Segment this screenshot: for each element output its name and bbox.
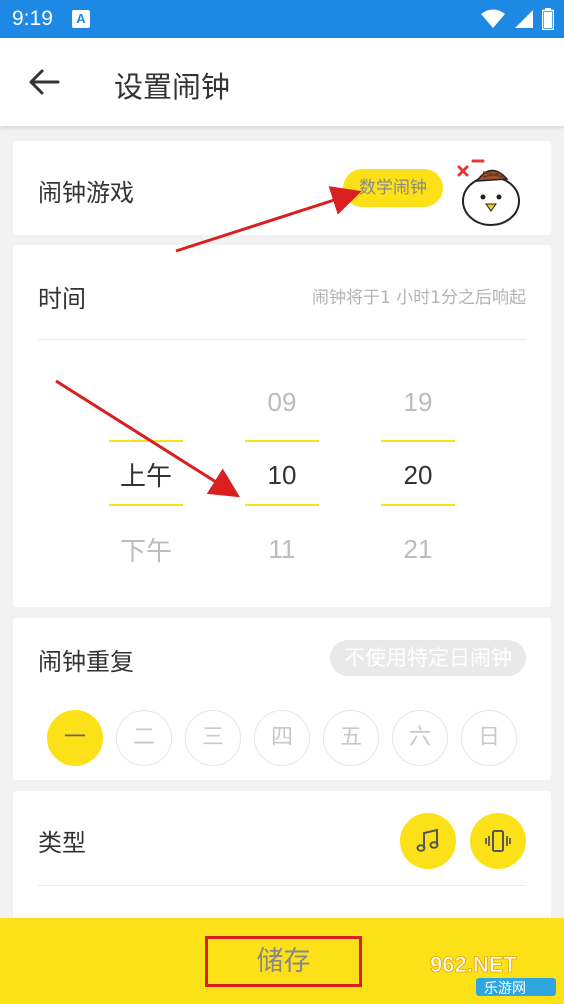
weekday-5-button[interactable]: 五 xyxy=(323,710,379,766)
page-title: 设置闹钟 xyxy=(114,70,231,104)
status-icons xyxy=(480,8,554,30)
repeat-card: 闹钟重复 不使用特定日闹钟 一二三四五六日 xyxy=(13,618,551,780)
time-card: 时间 闹钟将于1 小时1分之后响起 上午 下午 09 10 11 19 20 2… xyxy=(13,245,551,607)
ampm-selection-top-line xyxy=(109,440,183,442)
alarm-game-label: 闹钟游戏 xyxy=(38,179,134,207)
minute-selection-top-line xyxy=(381,440,455,442)
save-bar: 储存 962.NET 乐游网 xyxy=(0,918,564,1004)
hour-below[interactable]: 11 xyxy=(244,534,320,565)
type-label: 类型 xyxy=(38,829,86,857)
no-specific-day-pill[interactable]: 不使用特定日闹钟 xyxy=(330,640,526,676)
battery-icon xyxy=(542,8,554,30)
status-bar: 9:19 A xyxy=(0,0,564,38)
ampm-selection-bottom-line xyxy=(109,504,183,506)
hour-selection-bottom-line xyxy=(245,504,319,506)
weekday-2-button[interactable]: 二 xyxy=(116,710,172,766)
save-button[interactable]: 储存 xyxy=(205,936,362,987)
signal-icon xyxy=(515,10,533,28)
site-watermark-logo: 962.NET 乐游网 xyxy=(430,952,556,997)
vibrate-icon xyxy=(485,830,511,852)
ampm-selected[interactable]: 上午 xyxy=(108,456,184,493)
watermark-bottom-text: 乐游网 xyxy=(484,981,526,997)
hour-selection-top-line xyxy=(245,440,319,442)
minute-selection-bottom-line xyxy=(381,504,455,506)
watermark-top-text: 962.NET xyxy=(430,952,517,977)
hour-selected[interactable]: 10 xyxy=(244,460,320,491)
vibrate-button[interactable] xyxy=(470,813,526,869)
type-card: 类型 xyxy=(13,791,551,921)
ampm-below[interactable]: 下午 xyxy=(108,531,184,568)
time-divider xyxy=(38,339,526,340)
wifi-icon xyxy=(481,9,505,28)
time-label: 时间 xyxy=(38,285,86,313)
minute-below[interactable]: 21 xyxy=(380,534,456,565)
back-arrow-icon[interactable] xyxy=(26,66,62,98)
weekday-3-button[interactable]: 三 xyxy=(185,710,241,766)
chick-mascot-icon xyxy=(457,159,520,226)
weekday-1-button[interactable]: 一 xyxy=(47,710,103,766)
app-bar: 设置闹钟 xyxy=(0,38,564,126)
countdown-text: 闹钟将于1 小时1分之后响起 xyxy=(311,288,526,308)
alarm-game-card[interactable]: 闹钟游戏 数学闹钟 xyxy=(13,141,551,235)
minute-selected[interactable]: 20 xyxy=(380,460,456,491)
minute-above[interactable]: 19 xyxy=(380,387,456,418)
status-time: 9:19 xyxy=(12,7,53,30)
repeat-label: 闹钟重复 xyxy=(38,648,134,676)
notification-a-icon: A xyxy=(72,10,90,28)
ringtone-button[interactable] xyxy=(400,813,456,869)
math-alarm-badge[interactable]: 数学闹钟 xyxy=(343,169,443,207)
music-note-icon xyxy=(416,828,439,852)
weekday-6-button[interactable]: 六 xyxy=(392,710,448,766)
weekday-7-button[interactable]: 日 xyxy=(461,710,517,766)
hour-above[interactable]: 09 xyxy=(244,387,320,418)
weekday-4-button[interactable]: 四 xyxy=(254,710,310,766)
type-divider xyxy=(38,885,526,886)
